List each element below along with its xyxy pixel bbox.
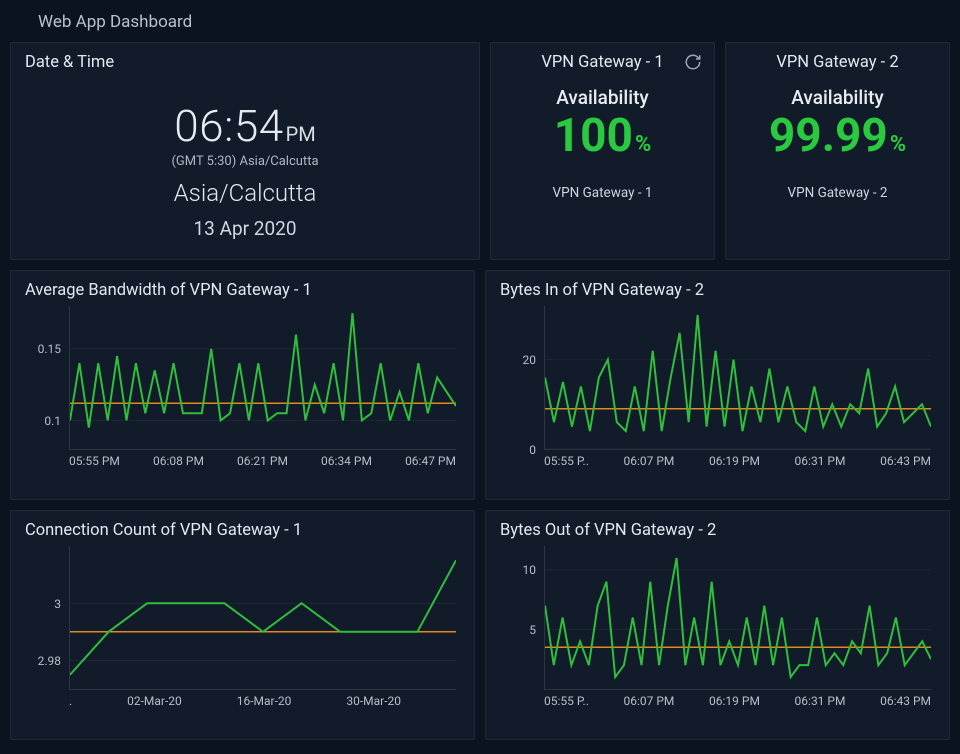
- chart-bin2-panel: Bytes In of VPN Gateway - 2 20005:55 P..…: [485, 270, 950, 500]
- vpn2-panel: VPN Gateway - 2 Availability 99.99% VPN …: [725, 42, 950, 260]
- chart-row-2: Connection Count of VPN Gateway - 1 32.9…: [10, 510, 950, 740]
- top-row: Date & Time 06:54PM (GMT 5:30) Asia/Calc…: [10, 42, 950, 260]
- chart-cc1-title: Connection Count of VPN Gateway - 1: [25, 521, 460, 540]
- vpn1-availability-label: Availability: [505, 86, 700, 109]
- vpn1-unit: %: [635, 132, 651, 157]
- vpn1-value: 100: [554, 109, 633, 163]
- clock-hours-minutes: 06:54: [174, 100, 283, 152]
- vpn1-title: VPN Gateway - 1: [505, 53, 700, 72]
- chart-bout2[interactable]: 10505:55 P..06:07 PM06:19 PM06:31 PM06:4…: [500, 546, 935, 714]
- datetime-panel: Date & Time 06:54PM (GMT 5:30) Asia/Calc…: [10, 42, 480, 260]
- chart-bin2-title: Bytes In of VPN Gateway - 2: [500, 281, 935, 300]
- datetime-panel-title: Date & Time: [25, 53, 465, 72]
- vpn2-availability-label: Availability: [740, 86, 935, 109]
- dashboard-title: Web App Dashboard: [10, 8, 950, 42]
- chart-bout2-panel: Bytes Out of VPN Gateway - 2 10505:55 P.…: [485, 510, 950, 740]
- vpn1-footer: VPN Gateway - 1: [505, 185, 700, 201]
- chart-bout2-title: Bytes Out of VPN Gateway - 2: [500, 521, 935, 540]
- chart-bw1-title: Average Bandwidth of VPN Gateway - 1: [25, 281, 460, 300]
- date-label: 13 Apr 2020: [25, 217, 465, 240]
- chart-bw1[interactable]: 0.150.105:55 PM06:08 PM06:21 PM06:34 PM0…: [25, 306, 460, 474]
- timezone-label: (GMT 5:30) Asia/Calcutta: [25, 154, 465, 169]
- chart-bin2[interactable]: 20005:55 P..06:07 PM06:19 PM06:31 PM06:4…: [500, 306, 935, 474]
- chart-bw1-panel: Average Bandwidth of VPN Gateway - 1 0.1…: [10, 270, 475, 500]
- chart-cc1[interactable]: 32.98.02-Mar-2016-Mar-2030-Mar-20: [25, 546, 460, 714]
- vpn2-value: 99.99: [769, 109, 888, 163]
- vpn2-footer: VPN Gateway - 2: [740, 185, 935, 201]
- vpn2-unit: %: [890, 132, 906, 157]
- vpn1-availability-value: 100%: [505, 109, 700, 163]
- vpn2-title: VPN Gateway - 2: [740, 53, 935, 72]
- chart-cc1-panel: Connection Count of VPN Gateway - 1 32.9…: [10, 510, 475, 740]
- vpn1-panel: VPN Gateway - 1 Availability 100% VPN Ga…: [490, 42, 715, 260]
- vpn2-availability-value: 99.99%: [740, 109, 935, 163]
- refresh-icon[interactable]: [684, 53, 702, 71]
- clock-ampm: PM: [286, 122, 316, 146]
- chart-row-1: Average Bandwidth of VPN Gateway - 1 0.1…: [10, 270, 950, 500]
- datetime-body: 06:54PM (GMT 5:30) Asia/Calcutta Asia/Ca…: [25, 78, 465, 240]
- timezone-city: Asia/Calcutta: [25, 179, 465, 207]
- clock-time: 06:54PM: [25, 100, 465, 152]
